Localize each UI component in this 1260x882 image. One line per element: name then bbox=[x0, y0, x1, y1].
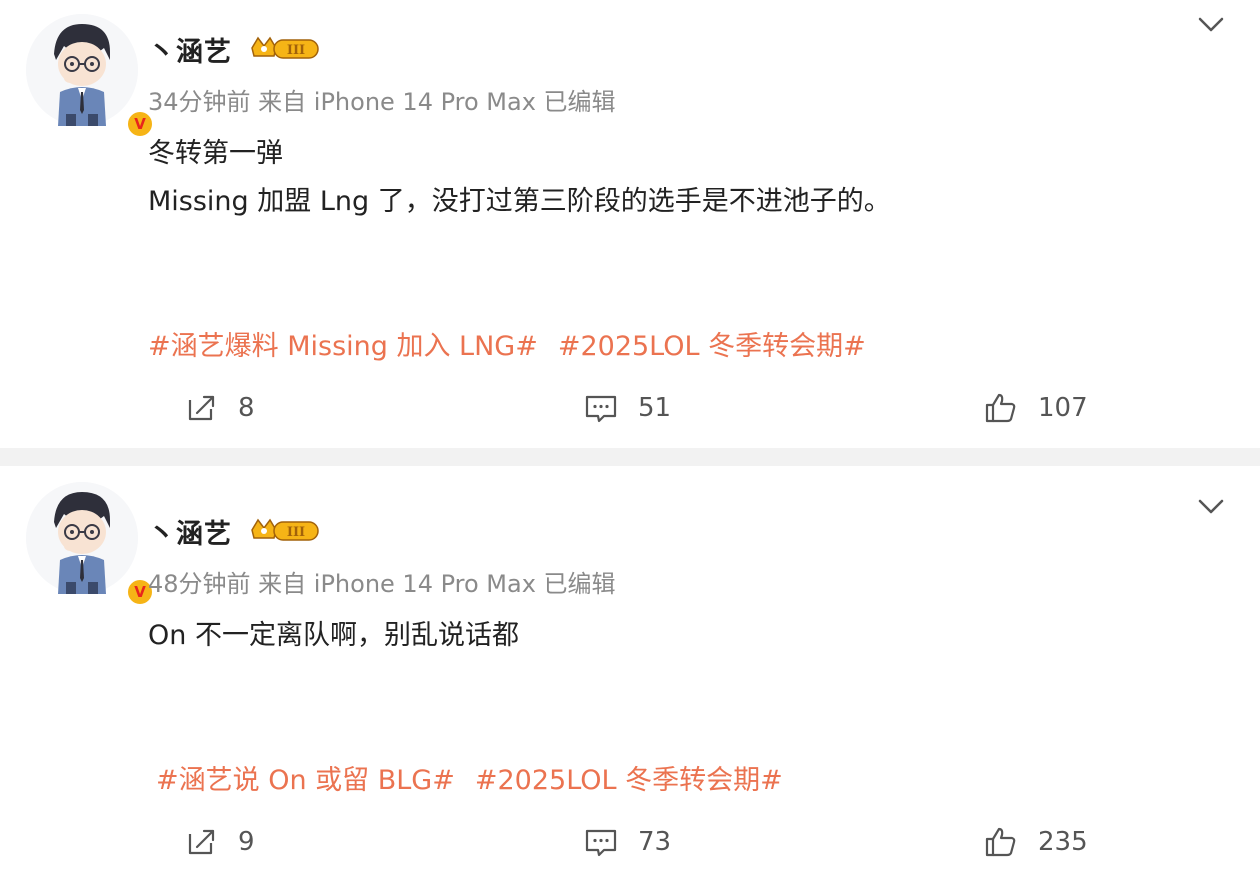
comment-count: 73 bbox=[638, 827, 672, 857]
rank-badge-label: III bbox=[287, 525, 305, 540]
repost-count: 8 bbox=[238, 393, 255, 423]
chevron-down-icon[interactable] bbox=[1198, 498, 1224, 516]
post-actions: 8 51 107 bbox=[0, 388, 1260, 428]
avatar-illustration bbox=[26, 14, 138, 126]
hashtag-link[interactable]: #涵艺爆料 Missing 加入 LNG# bbox=[148, 331, 538, 362]
hashtag-link[interactable]: #涵艺说 On 或留 BLG# bbox=[156, 765, 455, 796]
like-count: 107 bbox=[1038, 393, 1088, 423]
post-body-line: On 不一定离队啊，别乱说话都 bbox=[148, 620, 519, 651]
hashtag-link[interactable]: #2025LOL 冬季转会期# bbox=[558, 331, 866, 362]
like-count: 235 bbox=[1038, 827, 1088, 857]
username[interactable]: 丶涵艺 bbox=[148, 512, 232, 551]
repost-icon bbox=[188, 395, 215, 421]
repost-button[interactable]: 9 bbox=[184, 822, 255, 862]
post-divider bbox=[0, 448, 1260, 466]
like-button[interactable]: 107 bbox=[984, 388, 1088, 428]
rank-badge-label: III bbox=[287, 43, 305, 58]
rank-badge-icon: III bbox=[251, 36, 319, 59]
weibo-feed: V 丶涵艺 III 34分钟前 来自 iPhone 14 Pro Max 已编辑… bbox=[0, 0, 1260, 882]
post-body: On 不一定离队啊，别乱说话都 bbox=[148, 612, 519, 660]
post-card: V 丶涵艺 III 34分钟前 来自 iPhone 14 Pro Max 已编辑… bbox=[0, 0, 1260, 448]
like-button[interactable]: 235 bbox=[984, 822, 1088, 862]
comment-count: 51 bbox=[638, 393, 672, 423]
post-meta: 34分钟前 来自 iPhone 14 Pro Max 已编辑 bbox=[148, 88, 616, 116]
rank-badge-icon: III bbox=[251, 518, 319, 541]
comment-button[interactable]: 73 bbox=[584, 822, 671, 862]
post-actions: 9 73 235 bbox=[0, 822, 1260, 862]
repost-count: 9 bbox=[238, 827, 255, 857]
avatar[interactable]: V bbox=[26, 14, 154, 138]
repost-button[interactable]: 8 bbox=[184, 388, 255, 428]
post-body-line: Missing 加盟 Lng 了，没打过第三阶段的选手是不进池子的。 bbox=[148, 186, 891, 217]
avatar-illustration bbox=[26, 482, 138, 594]
hashtag-list: #涵艺爆料 Missing 加入 LNG# #2025LOL 冬季转会期# bbox=[148, 324, 886, 363]
comment-icon bbox=[585, 829, 617, 857]
hashtag-list: #涵艺说 On 或留 BLG# #2025LOL 冬季转会期# bbox=[156, 758, 803, 797]
avatar[interactable]: V bbox=[26, 482, 154, 606]
post-body: 冬转第一弹 Missing 加盟 Lng 了，没打过第三阶段的选手是不进池子的。 bbox=[148, 130, 891, 226]
chevron-down-icon[interactable] bbox=[1198, 16, 1224, 34]
comment-icon bbox=[585, 395, 617, 423]
like-icon bbox=[985, 393, 1016, 423]
post-meta: 48分钟前 来自 iPhone 14 Pro Max 已编辑 bbox=[148, 570, 616, 598]
username[interactable]: 丶涵艺 bbox=[148, 30, 232, 69]
post-body-line: 冬转第一弹 bbox=[148, 138, 283, 169]
comment-button[interactable]: 51 bbox=[584, 388, 671, 428]
hashtag-link[interactable]: #2025LOL 冬季转会期# bbox=[475, 765, 783, 796]
like-icon bbox=[985, 827, 1016, 857]
repost-icon bbox=[188, 829, 215, 855]
post-card: V 丶涵艺 III 48分钟前 来自 iPhone 14 Pro Max 已编辑… bbox=[0, 466, 1260, 882]
